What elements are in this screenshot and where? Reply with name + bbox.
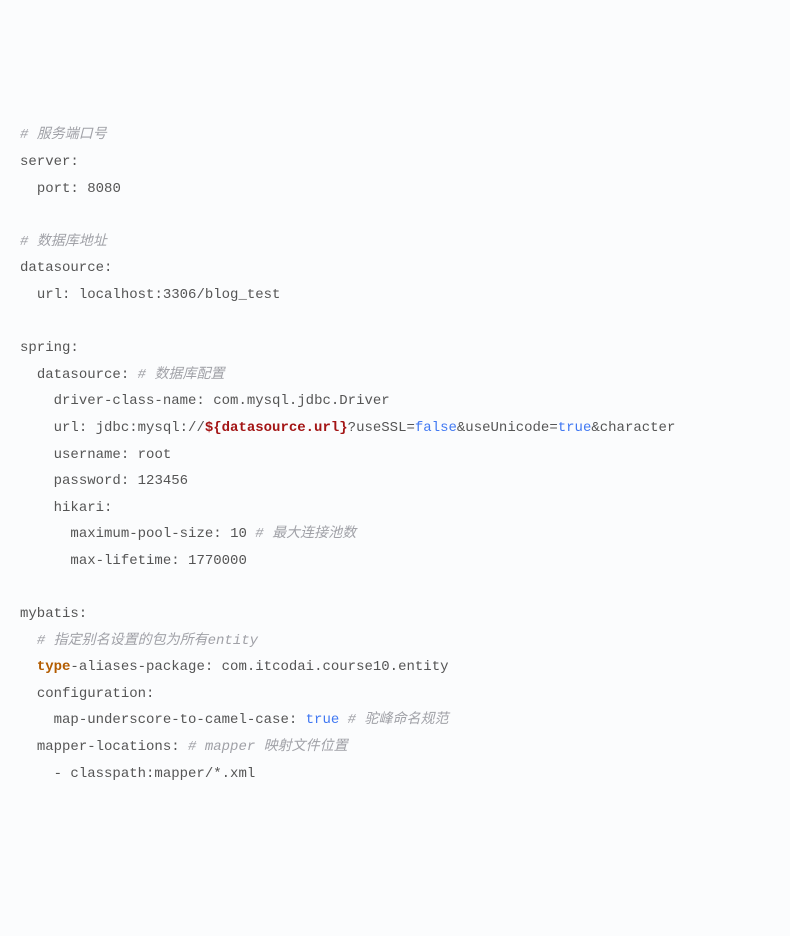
val-alias: com.itcodai.course10.entity [222, 659, 449, 675]
key-mybatis: mybatis: [20, 606, 87, 622]
key-password: password: [54, 473, 130, 489]
key-ds-url: url: [37, 287, 71, 303]
url-placeholder: ${datasource.url} [205, 420, 348, 436]
comment-pool: # 最大连接池数 [255, 526, 356, 542]
key-port: port: [37, 181, 79, 197]
key-alias-rest: -aliases-package: [70, 659, 213, 675]
bool-true-2: true [306, 712, 340, 728]
key-spring-url: url: [54, 420, 88, 436]
val-pool: 10 [230, 526, 247, 542]
comment-maploc: # mapper 映射文件位置 [188, 739, 348, 755]
key-spring-ds: datasource: [37, 367, 129, 383]
comment-dbconf: # 数据库配置 [138, 367, 225, 383]
key-spring: spring: [20, 340, 79, 356]
key-server: server: [20, 154, 79, 170]
val-url-q: ?useSSL= [348, 420, 415, 436]
val-maploc: - classpath:mapper/*.xml [54, 766, 256, 782]
key-hikari: hikari: [54, 500, 113, 516]
key-lifetime: max-lifetime: [70, 553, 179, 569]
code-block: # 服务端口号 server: port: 8080 # 数据库地址 datas… [20, 122, 770, 787]
comment-camel: # 驼峰命名规范 [348, 712, 449, 728]
comment-db: # 数据库地址 [20, 234, 107, 250]
key-pool: maximum-pool-size: [70, 526, 221, 542]
bool-false: false [415, 420, 457, 436]
comment-alias: # 指定别名设置的包为所有entity [37, 633, 258, 649]
comment-port: # 服务端口号 [20, 127, 107, 143]
keyword-type: type [37, 659, 71, 675]
key-ds: datasource: [20, 260, 112, 276]
val-amp-uni: &useUnicode= [457, 420, 558, 436]
key-maploc: mapper-locations: [37, 739, 180, 755]
val-port: 8080 [87, 181, 121, 197]
key-camel: map-underscore-to-camel-case: [54, 712, 298, 728]
val-password: 123456 [138, 473, 188, 489]
key-driver: driver-class-name: [54, 393, 205, 409]
val-amp-tail: &character [591, 420, 675, 436]
val-lifetime: 1770000 [188, 553, 247, 569]
key-config: configuration: [37, 686, 155, 702]
val-ds-url: localhost:3306/blog_test [79, 287, 281, 303]
bool-true-1: true [558, 420, 592, 436]
val-url-pre: jdbc:mysql:// [96, 420, 205, 436]
val-username: root [138, 447, 172, 463]
val-driver: com.mysql.jdbc.Driver [213, 393, 389, 409]
key-username: username: [54, 447, 130, 463]
